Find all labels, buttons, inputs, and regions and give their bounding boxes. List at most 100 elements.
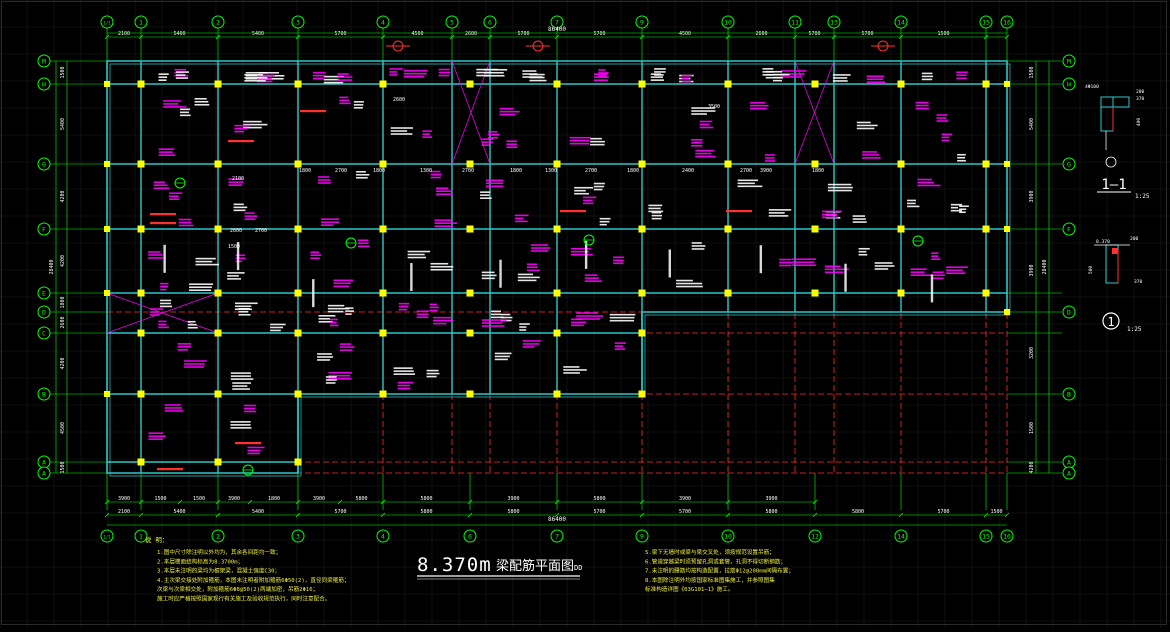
inner-dim-label: 2400 (682, 168, 694, 174)
beam-annotation-mark (438, 74, 450, 77)
column (294, 390, 302, 398)
beam-annotation-mark (593, 188, 603, 191)
beam-annotation-mark (519, 326, 527, 328)
beam-annotation-mark (691, 113, 707, 115)
beam-annotation-mark (699, 120, 713, 123)
column (897, 160, 905, 168)
beam-annotation-mark (950, 209, 963, 212)
beam-annotation-mark (931, 258, 941, 260)
section-details: 2003704004Φ1001—11:258.37020037050011:25 (1085, 84, 1150, 333)
beam-annotation-mark (317, 356, 334, 358)
beam-annotation-mark (328, 371, 352, 374)
detail-2-dim: 200 (1130, 236, 1139, 242)
beam-annotation-mark (824, 271, 844, 274)
beam-annotation-mark (312, 77, 324, 80)
dim-text-right: 3900 (1029, 190, 1035, 202)
beam-annotation-mark (650, 76, 663, 78)
axis-bubble-label: M (42, 57, 46, 65)
beam-annotation-mark (590, 143, 605, 146)
beam-annotation-mark (187, 326, 198, 329)
beam-annotation-mark (959, 211, 966, 214)
axis-bubble-label: F (1067, 225, 1071, 233)
axis-lines (48, 24, 1062, 510)
beam-annotation-mark (353, 101, 364, 103)
column (1004, 161, 1010, 167)
detail-1-label: 1—1 (1101, 177, 1126, 193)
beam-annotation-mark (184, 363, 205, 365)
beam-annotation-mark (874, 268, 889, 270)
beam-annotation-mark (159, 299, 172, 302)
beam-annotation-mark (436, 193, 453, 195)
axis-bubble-label: 15 (982, 532, 990, 540)
column (1004, 81, 1010, 87)
beam-annotation-mark (158, 151, 173, 153)
beam-annotation-mark (333, 285, 349, 288)
beam-annotation-mark (244, 218, 256, 220)
beam-annotation-mark (393, 373, 416, 375)
beam-annotation-mark (244, 212, 255, 214)
beam-annotation-mark (178, 224, 194, 227)
beam-annotation-mark (932, 277, 944, 280)
beam-annotation-mark (150, 314, 160, 316)
beam-annotation-mark (765, 76, 784, 79)
column (214, 329, 222, 337)
column (466, 390, 474, 398)
beam-annotation-mark (910, 274, 932, 277)
beam-reinforcement-plan[interactable]: 2600 1800 2700 1800 1300 2700 1800 1300 2700 1800… (0, 0, 1170, 628)
beam-annotation-mark (494, 358, 508, 361)
beam-annotation-mark (397, 384, 410, 387)
column (137, 458, 145, 466)
column (982, 160, 990, 168)
beam-annotation-mark (582, 196, 597, 199)
beam-annotation-mark (654, 74, 664, 76)
beam-annotation-mark (159, 302, 172, 305)
beam-annotation-mark (522, 340, 541, 342)
axis-bubble-label: 6 (468, 532, 472, 540)
beam-annotation-mark (426, 372, 440, 375)
axis-bubble-label: 12 (811, 532, 819, 540)
beam-annotation-mark (233, 206, 248, 209)
beam-annotation-mark (852, 218, 866, 220)
beam-annotation-mark (481, 138, 494, 140)
drawing-title-name: 梁配筋平面图 (496, 558, 574, 574)
beam-annotation-mark (517, 276, 540, 279)
beam-annotation-mark (691, 145, 703, 147)
column (104, 391, 110, 397)
beam-annotation-mark (907, 199, 917, 202)
beam-annotation-mark (950, 206, 959, 209)
note-line-left: 1.图中尺寸除注明以外均为，其余各间距均一致； (157, 548, 281, 556)
beam-annotation-mark (764, 160, 776, 162)
beam-annotation-mark (691, 245, 706, 247)
beam-annotation-mark (333, 279, 354, 282)
red-label-mark (150, 222, 176, 225)
red-label-mark (157, 468, 183, 471)
beam-annotation-mark (614, 342, 627, 344)
beam-annotation-mark (599, 217, 611, 220)
beam-annotation-mark (234, 127, 248, 130)
beam-annotation-mark (563, 366, 580, 368)
column (379, 329, 387, 337)
beam-annotation-mark (563, 372, 580, 374)
column (294, 289, 302, 297)
beam-annotation-mark (393, 370, 414, 372)
dim-text-left: 2600 (60, 316, 66, 328)
column (897, 225, 905, 233)
beam-annotation-mark (390, 130, 408, 132)
beam-annotation-mark (148, 438, 163, 441)
beam-annotation-mark (158, 76, 168, 78)
cad-canvas[interactable]: 2600 1800 2700 1800 1300 2700 1800 1300 2700 1800… (0, 0, 1170, 628)
column (811, 160, 819, 168)
column (466, 329, 474, 337)
axis-bubble-label: G (42, 160, 46, 168)
beam-annotation-mark (910, 271, 925, 274)
beam-annotation-mark (681, 74, 693, 77)
detail-1-dim: 400 (1136, 118, 1142, 127)
beam-annotation-mark (676, 279, 693, 282)
beam-annotation-mark (650, 79, 664, 81)
drawing-title: 8.370m 梁配筋平面图 DD (417, 554, 582, 580)
beam-annotation-mark (695, 155, 716, 158)
dim-text-bottom: 5400 (173, 509, 185, 515)
beam-annotation-mark (327, 310, 344, 313)
beam-annotation-mark (488, 133, 500, 136)
beam-annotation-mark (852, 215, 866, 217)
